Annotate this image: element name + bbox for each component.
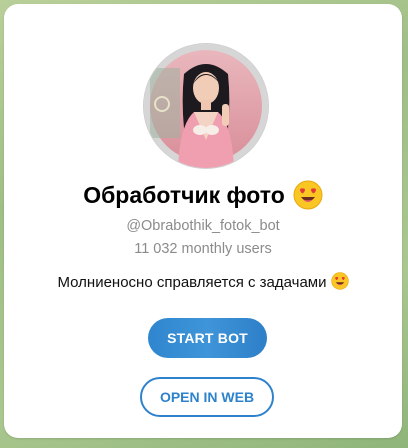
bot-profile-card: Обработчик фото @Obrabothik_fotok_bot 11… <box>4 4 402 438</box>
bot-description-text: Молниеносно справляется с задачами <box>57 274 327 291</box>
bot-name: Обработчик фото <box>83 181 285 208</box>
start-bot-button[interactable]: START BOT <box>148 318 267 358</box>
bot-username: @Obrabothik_fotok_bot <box>126 218 280 234</box>
bot-avatar <box>144 44 268 168</box>
bot-description: Молниеносно справляется с задачами <box>4 272 402 291</box>
open-in-web-button[interactable]: OPEN IN WEB <box>140 377 274 417</box>
heart-eyes-emoji-icon <box>293 180 323 210</box>
bot-title-row: Обработчик фото <box>4 178 402 212</box>
heart-eyes-emoji-icon <box>330 272 349 290</box>
monthly-users-count: 11 032 monthly users <box>134 241 272 257</box>
